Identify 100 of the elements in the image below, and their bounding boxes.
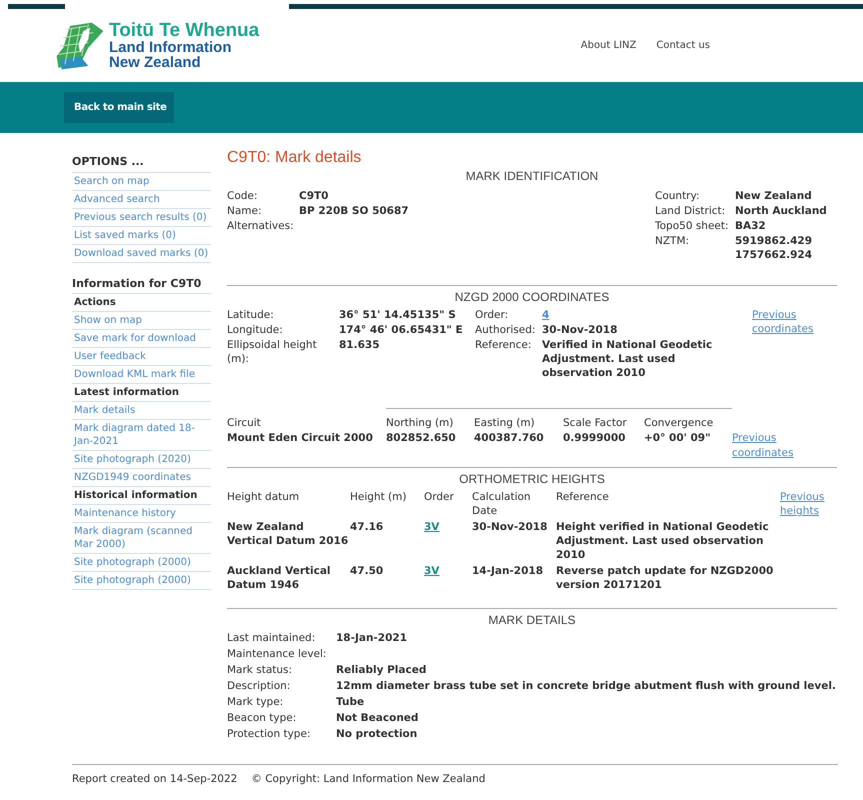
field-value: North Auckland xyxy=(735,204,828,218)
field-label: Reference: xyxy=(475,338,532,353)
field-value: 174° 46' 06.65431" E xyxy=(339,323,464,337)
sidebar-heading: Latest information xyxy=(72,384,211,402)
nav-link[interactable]: About LINZ xyxy=(580,40,636,51)
sidebar-link[interactable]: Site photograph (2000) xyxy=(72,554,211,572)
field-label: Order: xyxy=(475,308,510,322)
sidebar-link[interactable]: Show on map xyxy=(72,312,211,330)
logo-title: Toitū Te Whenua xyxy=(109,21,260,40)
field-label: Mark type: xyxy=(227,695,284,710)
sidebar-link[interactable]: Download saved marks (0) xyxy=(72,245,211,263)
column-header: Height (m) xyxy=(350,490,408,505)
report-date: Report created on 14-Sep-2022 xyxy=(72,773,238,785)
previous-coordinates-link[interactable]: Previous coordinates xyxy=(732,431,837,461)
field-value: 18-Jan-2021 xyxy=(336,631,408,646)
column-header: Height datum xyxy=(227,490,300,505)
field-label: Description: xyxy=(227,679,292,694)
field-label: Maintenance level: xyxy=(227,647,328,662)
column-header: Convergence xyxy=(644,408,732,431)
field-value: Tube xyxy=(336,695,366,710)
table-cell-text: 30-Nov-2018 xyxy=(472,520,548,535)
field-value: BP 220B SO 50687 xyxy=(299,204,409,218)
column-header: Order xyxy=(424,490,455,505)
field-value: 1757662.924 xyxy=(735,248,814,262)
logo-subtitle: New Zealand xyxy=(109,55,202,70)
table-cell-text: Mount Eden Circuit 2000 xyxy=(227,431,374,446)
table-cell-text: 14-Jan-2018 xyxy=(472,564,544,579)
field-label: Topo50 sheet: xyxy=(655,219,730,233)
sidebar-link[interactable]: Mark details xyxy=(72,402,211,420)
field-label: NZTM: xyxy=(655,234,690,249)
section-title: MARK DETAILS xyxy=(487,613,577,627)
map-grid-logo-icon xyxy=(55,22,105,70)
field-label: Land District: xyxy=(655,204,726,218)
sidebar-link[interactable]: Search on map xyxy=(72,173,211,191)
field-value: 5919862.429 xyxy=(735,234,814,248)
field-label: Protection type: xyxy=(227,727,312,742)
sidebar-heading: Actions xyxy=(72,294,211,312)
field-label: Alternatives: xyxy=(227,219,295,233)
sidebar-link[interactable]: Mark diagram (scanned Mar 2000) xyxy=(72,523,211,554)
copyright-text: © Copyright: Land Information New Zealand xyxy=(251,773,486,785)
table-cell-text: 47.50 xyxy=(350,564,384,579)
field-label: Beacon type: xyxy=(227,711,298,726)
table-cell-text: 0.9999000 xyxy=(563,431,626,446)
field-value: 81.635 xyxy=(339,338,381,353)
column-header: Northing (m) xyxy=(386,408,474,431)
table-cell-text: 47.16 xyxy=(350,520,384,535)
logo-subtitle: Land Information xyxy=(109,40,232,55)
sidebar-link[interactable]: NZGD1949 coordinates xyxy=(72,469,211,487)
table-cell-text: 802852.650 xyxy=(386,431,457,446)
column-header: Scale Factor xyxy=(563,408,644,431)
field-value: Not Beaconed xyxy=(336,711,420,726)
sidebar-link[interactable]: Download KML mark file xyxy=(72,366,211,384)
field-value: BA32 xyxy=(735,219,767,233)
page-title: C9T0: Mark details xyxy=(227,149,362,167)
field-value: C9T0 xyxy=(299,189,330,203)
table-cell-text: New Zealand Vertical Datum 2016 xyxy=(227,520,350,549)
table-cell-text: 400387.760 xyxy=(474,431,545,446)
field-label: Country: xyxy=(655,189,700,203)
section-title: MARK IDENTIFICATION xyxy=(464,169,600,183)
order-link[interactable]: 4 xyxy=(542,309,550,321)
column-header: Circuit xyxy=(227,416,262,431)
order-link[interactable]: 3V xyxy=(424,521,440,533)
column-header: Easting (m) xyxy=(474,408,563,431)
sidebar-title: Information for C9T0 xyxy=(72,263,211,294)
table-cell-text: Reverse patch update for NZGD2000 version 20171201 xyxy=(556,564,774,592)
sidebar-link[interactable]: Previous search results (0) xyxy=(72,209,211,227)
sidebar-link[interactable]: Mark diagram dated 18-Jan-2021 xyxy=(72,420,211,451)
column-header: Reference xyxy=(556,490,610,505)
table-cell-text: Auckland Vertical Datum 1946 xyxy=(227,564,332,592)
sidebar-link[interactable]: List saved marks (0) xyxy=(72,227,211,245)
field-label: Last maintained: xyxy=(227,631,316,646)
field-value: No protection xyxy=(336,727,418,742)
nav-link[interactable]: Contact us xyxy=(656,40,710,51)
field-label: Name: xyxy=(227,204,263,218)
sidebar-link[interactable]: Advanced search xyxy=(72,191,211,209)
field-label: Authorised: xyxy=(475,323,536,337)
sidebar-link[interactable]: Maintenance history xyxy=(72,505,211,523)
sidebar-link[interactable]: User feedback xyxy=(72,348,211,366)
previous-heights-link[interactable]: Previous heights xyxy=(780,490,837,518)
table-cell-text: Height verified in National Geodetic Adjustment. Last used observation 2010 xyxy=(556,520,770,562)
sidebar-link[interactable]: Save mark for download xyxy=(72,330,211,348)
sidebar-link[interactable]: Site photograph (2000) xyxy=(72,572,211,590)
field-value: New Zealand xyxy=(735,189,813,203)
field-value: 30-Nov-2018 xyxy=(542,323,618,337)
sidebar-link[interactable]: Site photograph (2020) xyxy=(72,451,211,469)
field-label: Longitude: xyxy=(227,323,284,337)
back-button[interactable]: Back to main site xyxy=(64,92,174,123)
sidebar-heading: Historical information xyxy=(72,487,211,505)
field-label: Latitude: xyxy=(227,308,275,322)
previous-coordinates-link[interactable]: Previous coordinates xyxy=(752,308,832,408)
column-header: Calculation Date xyxy=(472,490,532,518)
field-value: 12mm diameter brass tube set in concrete bridge abutment flush with ground level. xyxy=(336,679,837,694)
field-value: Reliably Placed xyxy=(336,663,428,678)
section-title: NZGD 2000 COORDINATES xyxy=(454,290,610,304)
sidebar-title: OPTIONS ... xyxy=(72,149,211,173)
table-cell-text: +0° 00' 09" xyxy=(644,431,712,446)
order-link[interactable]: 3V xyxy=(424,565,440,577)
field-label: Mark status: xyxy=(227,663,294,678)
field-value: Verified in National Geodetic Adjustment. Last used observation 2010 xyxy=(542,338,714,380)
field-label: Code: xyxy=(227,189,258,203)
